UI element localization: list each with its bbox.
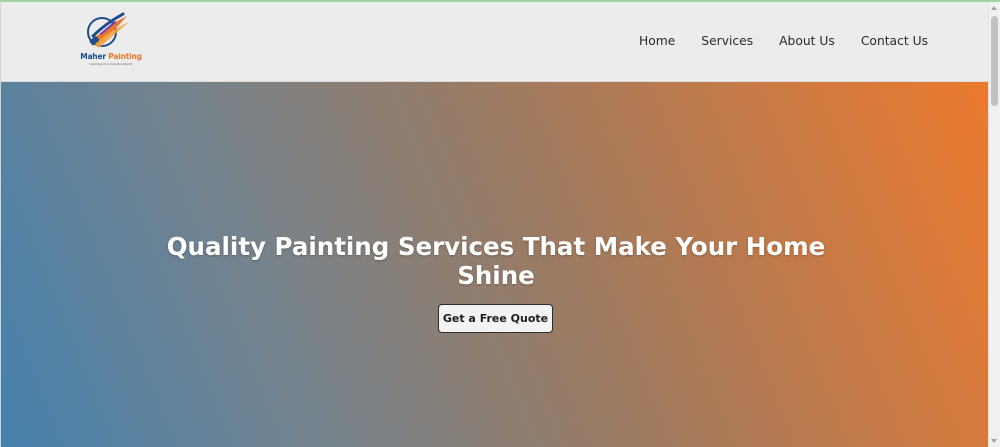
logo-name-part2: Painting xyxy=(108,52,142,61)
scrollbar-thumb[interactable] xyxy=(991,16,998,106)
nav-link-services[interactable]: Services xyxy=(701,34,753,48)
vertical-scrollbar[interactable] xyxy=(988,2,1000,447)
nav-link-about-us[interactable]: About Us xyxy=(779,34,835,48)
nav-link-home[interactable]: Home xyxy=(639,34,675,48)
hero-section: Quality Painting Services That Make Your… xyxy=(1,82,989,447)
main-nav: Home Services About Us Contact Us xyxy=(639,34,928,48)
scroll-up-arrow-icon[interactable] xyxy=(991,6,997,10)
logo-name-part1: Maher xyxy=(80,52,106,61)
get-free-quote-button[interactable]: Get a Free Quote xyxy=(438,304,553,333)
logo-wordmark: Maher Painting xyxy=(75,52,147,61)
browser-frame: Maher Painting Coloring Your Colorful Wo… xyxy=(0,0,1000,447)
site-logo[interactable]: Maher Painting Coloring Your Colorful Wo… xyxy=(75,12,147,70)
logo-tagline: Coloring Your Colorful World! xyxy=(89,62,133,66)
paint-brush-logo-icon xyxy=(87,12,129,48)
scroll-down-arrow-icon[interactable] xyxy=(991,439,997,443)
nav-link-contact-us[interactable]: Contact Us xyxy=(861,34,928,48)
page-viewport: Maher Painting Coloring Your Colorful Wo… xyxy=(1,2,989,447)
hero-title: Quality Painting Services That Make Your… xyxy=(166,232,826,290)
navbar: Maher Painting Coloring Your Colorful Wo… xyxy=(1,2,989,82)
